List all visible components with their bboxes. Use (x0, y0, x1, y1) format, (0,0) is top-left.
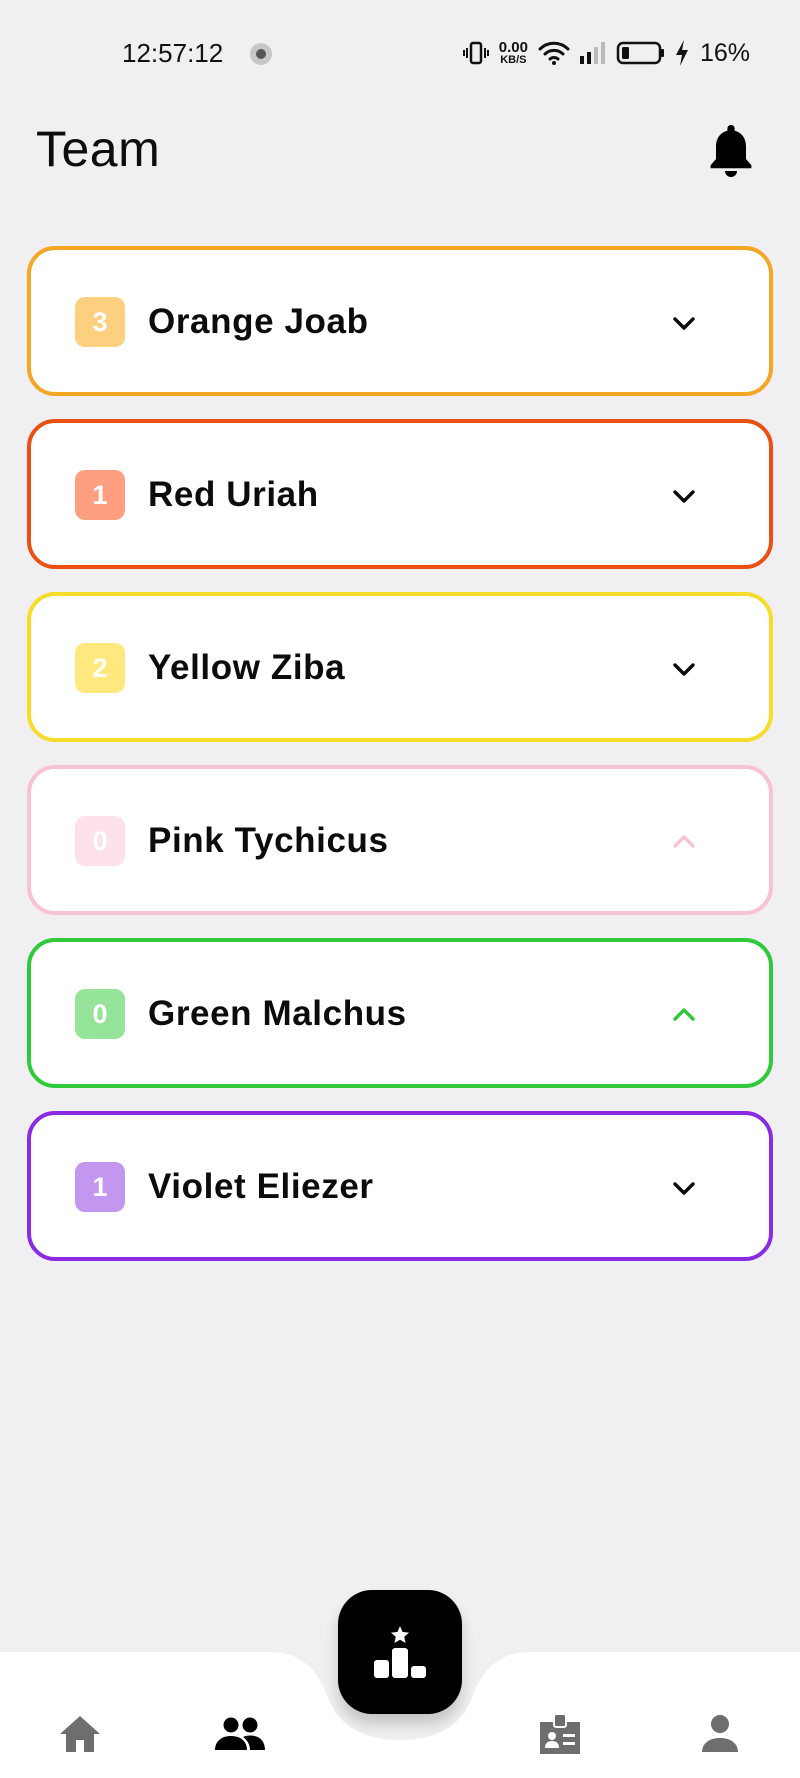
team-name: Orange Joab (148, 302, 369, 341)
team-icon (215, 1717, 265, 1750)
net-speed-unit: KB/S (500, 54, 527, 66)
member-count-badge: 1 (75, 470, 125, 520)
team-card[interactable]: 0 Pink Tychicus (27, 765, 773, 915)
status-bar: 12:57:12 0.00 KB/S 16% (0, 0, 800, 104)
home-icon (60, 1716, 100, 1752)
team-name: Violet Eliezer (148, 1167, 374, 1206)
vibrate-icon (462, 41, 489, 65)
battery-icon (616, 41, 664, 65)
signal-icon (579, 42, 605, 64)
team-card[interactable]: 1 Red Uriah (27, 419, 773, 569)
status-time: 12:57:12 (122, 38, 224, 68)
net-speed: 0.00 KB/S (499, 40, 528, 66)
wifi-icon (538, 41, 570, 65)
team-name: Yellow Ziba (148, 648, 346, 687)
chevron-down-icon[interactable] (667, 479, 701, 513)
nav-home[interactable] (40, 1694, 120, 1774)
team-card[interactable]: 2 Yellow Ziba (27, 592, 773, 742)
nav-id-card[interactable] (520, 1694, 600, 1774)
team-card[interactable]: 0 Green Malchus (27, 938, 773, 1088)
team-list: 3 Orange Joab 1 Red Uriah 2 Yellow Ziba … (27, 246, 773, 1284)
leaderboard-icon (374, 1626, 426, 1678)
chevron-down-icon[interactable] (667, 306, 701, 340)
profile-icon (702, 1715, 738, 1752)
net-speed-value: 0.00 (498, 39, 528, 56)
team-card[interactable]: 1 Violet Eliezer (27, 1111, 773, 1261)
team-name: Pink Tychicus (148, 821, 389, 860)
team-card[interactable]: 3 Orange Joab (27, 246, 773, 396)
charging-icon (675, 40, 688, 66)
nav-team[interactable] (200, 1694, 280, 1774)
member-count-badge: 3 (75, 297, 125, 347)
member-count-badge: 1 (75, 1162, 125, 1212)
id-card-icon (540, 1713, 580, 1754)
member-count-badge: 2 (75, 643, 125, 693)
member-count-badge: 0 (75, 989, 125, 1039)
team-name: Red Uriah (148, 475, 319, 514)
battery-percent: 16% (699, 38, 750, 67)
chevron-down-icon[interactable] (667, 652, 701, 686)
team-name: Green Malchus (148, 994, 407, 1033)
chevron-up-icon[interactable] (667, 998, 701, 1032)
member-count-badge: 0 (75, 816, 125, 866)
screen-record-icon (250, 43, 272, 65)
nav-profile[interactable] (680, 1694, 760, 1774)
notification-button[interactable] (706, 122, 756, 182)
status-icons: 0.00 KB/S 16% (462, 36, 750, 70)
leaderboard-button[interactable] (338, 1590, 462, 1714)
chevron-down-icon[interactable] (667, 1171, 701, 1205)
chevron-up-icon[interactable] (667, 825, 701, 859)
bell-icon (710, 125, 752, 177)
page-title: Team (36, 121, 161, 177)
